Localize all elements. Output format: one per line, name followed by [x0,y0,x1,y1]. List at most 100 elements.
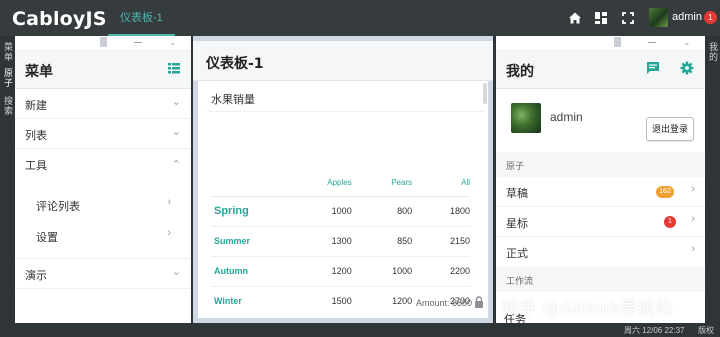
list-view-icon[interactable] [168,63,180,74]
chevron-down-icon: ⌄ [171,126,181,138]
right-side-tabs: 我的 [705,36,720,323]
status-bar: 周六 12/06 22:37 版权 [0,323,720,337]
card-title: 水果销量 [211,94,255,106]
table-cell: 1200 [281,256,352,287]
list-item-starred[interactable]: 星标 1 › [496,207,705,237]
profile-username: admin [550,110,583,124]
fruit-sales-card: 水果销量 Apples Pears All Spring 1000 800 18… [198,81,488,318]
side-tab-mine[interactable]: 我的 [707,42,720,62]
chevron-right-icon: › [167,196,171,208]
fullscreen-icon[interactable] [619,9,637,27]
menu-subitem-settings[interactable]: 设置 › [15,219,191,250]
left-side-tabs: 菜单 原子 搜索 [0,36,15,323]
menu-item-demo[interactable]: 演示 ⌄ [15,259,191,289]
home-icon[interactable] [566,9,584,27]
avatar[interactable] [511,103,541,133]
panel-resize-icon[interactable] [100,37,107,47]
card-divider [206,111,484,112]
column-header: All [412,170,470,197]
watermark: 知乎 @Github导航站 [502,299,673,319]
column-header: Pears [351,170,413,197]
table-row: Spring 1000 800 1800 [211,196,470,227]
table-cell: 1200 [392,296,413,307]
section-header-workflow: 工作流 [496,267,705,292]
atom-list: 原子 草稿 162 › 星标 1 › 正式 › 工作流 [496,152,705,292]
tab-dashboard[interactable]: 仪表板-1 [108,0,175,36]
panel-toolbar: ⌄ [15,36,191,49]
chevron-down-icon: ⌄ [171,96,181,108]
list-item-label: 正式 [506,248,528,260]
side-tab-menu[interactable]: 菜单 [2,42,15,62]
chevron-right-icon: › [691,243,695,255]
section-label: 工作流 [506,276,534,286]
scrollbar[interactable] [483,83,487,104]
row-label: Spring [211,196,281,227]
list-item-formal[interactable]: 正式 › [496,237,705,267]
side-tab-search[interactable]: 搜索 [2,96,15,116]
table-cell: 850 [351,226,413,257]
panel-header: 仪表板-1 [193,41,493,81]
table-cell: 1000 [281,196,352,227]
top-username[interactable]: admin [672,11,702,23]
table-cell: 800 [351,196,413,227]
user-avatar[interactable] [649,8,668,27]
count-badge: 162 [656,186,674,198]
profile-card: admin 退出登录 [496,90,705,152]
panel-title: 仪表板-1 [206,56,264,72]
menu-item-list[interactable]: 列表 ⌄ [15,119,191,149]
table-cell: 1800 [412,196,470,227]
menu-item-label: 演示 [25,270,47,282]
notification-badge[interactable]: 1 [704,11,717,24]
row-label: Summer [211,226,281,257]
panel-header: 我的 [496,49,705,89]
gear-icon[interactable] [680,61,694,75]
panel-toolbar: ⌄ [496,36,705,49]
row-label: Winter [214,296,242,307]
menu-item-label: 工具 [25,160,47,172]
panel-resize-icon[interactable] [614,37,621,47]
list-item-label: 星标 [506,218,528,230]
chevron-down-icon: ⌄ [171,266,181,278]
table-cell: 1500 [331,296,352,307]
chevron-right-icon: › [691,213,695,225]
side-tab-atom[interactable]: 原子 [2,68,15,88]
table-row: Summer 1300 850 2150 [211,226,470,257]
menu-list: 新建 ⌄ 列表 ⌄ 工具 ⌃ 评论列表 › 设置 › 演示 ⌄ [15,89,191,289]
panel-title: 菜单 [25,64,53,80]
table-cell: 1000 [351,256,413,287]
logout-button[interactable]: 退出登录 [646,117,694,141]
dashboard-panel: 仪表板-1 水果销量 Apples Pears All Spring 1000 … [193,36,493,323]
panel-header: 菜单 [15,49,191,89]
menu-subitem-label: 评论列表 [36,201,80,213]
menu-item-new[interactable]: 新建 ⌄ [15,89,191,119]
chevron-right-icon: › [167,227,171,239]
table-header-row: Apples Pears All [211,170,470,197]
lock-icon[interactable] [474,296,484,308]
table-cell: 2150 [412,226,470,257]
minimize-icon[interactable] [648,42,656,43]
chevron-down-icon[interactable]: ⌄ [683,37,691,48]
copyright-link[interactable]: 版权 [698,325,714,336]
menu-item-tools[interactable]: 工具 ⌃ [15,149,191,179]
minimize-icon[interactable] [134,42,142,43]
menu-item-label: 列表 [25,130,47,142]
panel-title: 我的 [506,64,534,80]
menu-panel: ⌄ 菜单 新建 ⌄ 列表 ⌄ 工具 ⌃ 评论列表 › 设置 › 演示 ⌄ [15,36,191,323]
chevron-up-icon: ⌃ [171,159,181,171]
column-header: Apples [281,170,352,197]
dashboard-icon[interactable] [592,9,610,27]
list-item-label: 草稿 [506,188,528,200]
chevron-down-icon[interactable]: ⌄ [169,37,177,48]
app-logo[interactable]: CabloyJS [12,8,107,30]
list-item-drafts[interactable]: 草稿 162 › [496,177,705,207]
menu-subitem-comments[interactable]: 评论列表 › [15,188,191,219]
menu-subitem-label: 设置 [36,232,58,244]
top-bar: CabloyJS 仪表板-1 admin 1 [0,0,720,36]
mine-panel: ⌄ 我的 admin 退出登录 原子 草稿 162 › 星标 1 › 正式 › … [496,36,705,323]
message-icon[interactable] [646,61,660,75]
table-cell: 1300 [281,226,352,257]
count-badge: 1 [664,216,676,228]
menu-item-label: 新建 [25,100,47,112]
sales-table: Apples Pears All Spring 1000 800 1800 Su… [211,170,470,316]
section-label: 原子 [506,161,525,171]
